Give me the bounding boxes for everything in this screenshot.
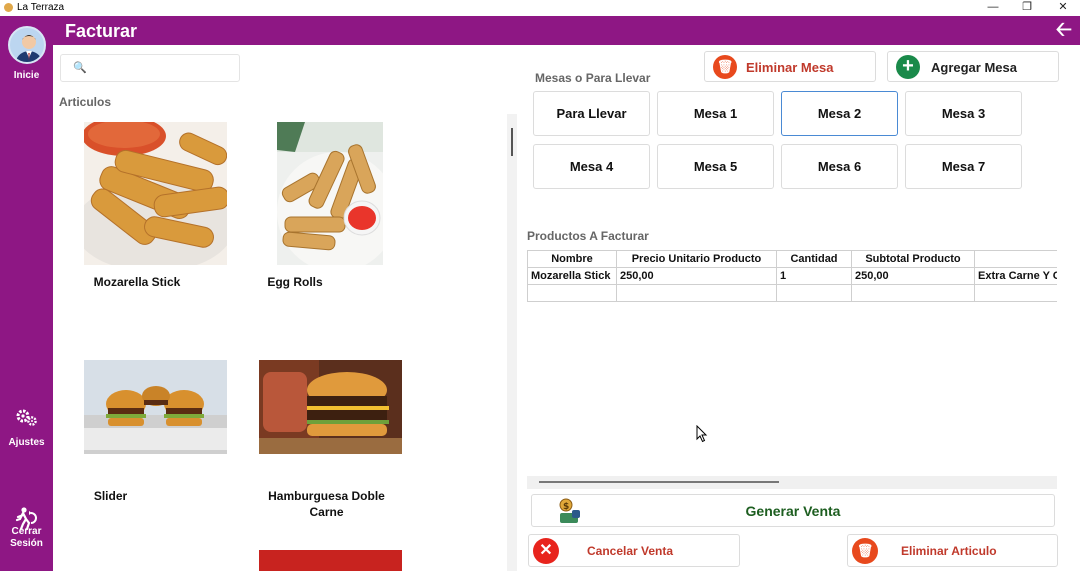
table-row[interactable]: Mozarella Stick 250,00 1 250,00 Extra Ca… <box>527 267 1057 285</box>
column-header[interactable]: Cantidad <box>776 250 852 268</box>
table-cell[interactable] <box>851 284 975 302</box>
window-titlebar: La Terraza — ❐ ✕ <box>0 0 1080 16</box>
plus-icon: + <box>896 55 920 79</box>
column-header[interactable]: Subtotal Producto <box>851 250 975 268</box>
settings-label[interactable]: Ajustes <box>0 437 53 448</box>
mouse-cursor-icon <box>696 424 708 448</box>
x-circle-icon: ✕ <box>533 538 559 564</box>
product-image-slider <box>84 360 227 454</box>
table-option-mesa-3[interactable]: Mesa 3 <box>905 91 1022 136</box>
window-title: La Terraza <box>17 2 65 13</box>
search-icon: 🔍 <box>73 62 87 74</box>
column-header[interactable] <box>974 250 1057 268</box>
table-option-mesa-4[interactable]: Mesa 4 <box>533 144 650 189</box>
generate-sale-button[interactable]: $ Generar Venta <box>531 494 1055 527</box>
table-option-mesa-7[interactable]: Mesa 7 <box>905 144 1022 189</box>
table-cell[interactable]: Mozarella Stick <box>527 267 617 285</box>
cancel-sale-button[interactable]: ✕ Cancelar Venta <box>528 534 740 567</box>
search-input[interactable]: 🔍 <box>60 54 240 82</box>
table-cell[interactable] <box>616 284 777 302</box>
cancel-sale-label: Cancelar Venta <box>587 544 674 558</box>
table-option-para-llevar[interactable]: Para Llevar <box>533 91 650 136</box>
table-cell[interactable]: 1 <box>776 267 852 285</box>
gear-icon[interactable] <box>0 408 53 433</box>
table-header-row: Nombre Precio Unitario Producto Cantidad… <box>527 250 1057 268</box>
scrollbar-thumb[interactable] <box>539 481 779 483</box>
product-image-egg-rolls <box>277 122 383 265</box>
invoice-table[interactable]: Nombre Precio Unitario Producto Cantidad… <box>527 250 1057 304</box>
user-icon <box>15 35 43 62</box>
product-name: Mozarella Stick <box>93 275 181 289</box>
close-window-button[interactable]: ✕ <box>1049 0 1077 16</box>
table-row-empty[interactable] <box>527 284 1057 302</box>
page-title: Facturar <box>65 21 138 41</box>
product-image-hamburguesa <box>259 360 402 454</box>
scrollbar-thumb[interactable] <box>511 128 513 156</box>
table-option-mesa-6[interactable]: Mesa 6 <box>781 144 898 189</box>
product-name: Egg Rolls <box>267 275 323 289</box>
avatar[interactable] <box>8 26 46 64</box>
home-label[interactable]: Inicie <box>0 70 53 81</box>
trash-icon: 🗑 <box>852 538 878 564</box>
generate-sale-label: Generar Venta <box>745 503 841 519</box>
product-name: Slider <box>93 489 128 503</box>
column-header[interactable]: Nombre <box>527 250 617 268</box>
add-table-label: Agregar Mesa <box>931 60 1017 75</box>
maximize-button[interactable]: ❐ <box>1013 0 1041 16</box>
delete-item-label: Eliminar Articulo <box>901 544 997 558</box>
app-icon <box>4 3 13 12</box>
table-cell[interactable]: 250,00 <box>616 267 777 285</box>
logout-label[interactable]: Cerrar Sesión <box>0 526 53 550</box>
product-image-mozarella-stick <box>84 122 227 265</box>
table-option-mesa-2[interactable]: Mesa 2 <box>781 91 898 136</box>
table-cell[interactable] <box>527 284 617 302</box>
delete-table-button[interactable]: 🗑 Eliminar Mesa <box>704 51 876 82</box>
sidebar: Inicie Ajustes Cerrar Sesión <box>0 16 53 571</box>
articles-label: Articulos <box>59 95 112 109</box>
page-header: Facturar 🡠 <box>53 16 1080 45</box>
add-table-button[interactable]: + Agregar Mesa <box>887 51 1059 82</box>
column-header[interactable]: Precio Unitario Producto <box>616 250 777 268</box>
table-cell[interactable] <box>974 284 1057 302</box>
articles-scrollbar[interactable] <box>507 114 517 571</box>
table-option-mesa-5[interactable]: Mesa 5 <box>657 144 774 189</box>
table-cell[interactable]: Extra Carne Y C <box>974 267 1057 285</box>
product-image-partial[interactable] <box>259 550 402 571</box>
minimize-button[interactable]: — <box>979 0 1007 16</box>
tables-label: Mesas o Para Llevar <box>535 71 651 85</box>
arrow-left-icon[interactable]: 🡠 <box>1056 18 1072 42</box>
table-horizontal-scrollbar[interactable] <box>527 476 1057 489</box>
delete-item-button[interactable]: 🗑 Eliminar Articulo <box>847 534 1058 567</box>
delete-table-label: Eliminar Mesa <box>746 60 834 75</box>
trash-icon: 🗑 <box>713 55 737 79</box>
table-cell[interactable] <box>776 284 852 302</box>
invoice-label: Productos A Facturar <box>527 229 649 243</box>
table-cell[interactable]: 250,00 <box>851 267 975 285</box>
table-option-mesa-1[interactable]: Mesa 1 <box>657 91 774 136</box>
product-name: Hamburguesa Doble Carne <box>268 489 385 519</box>
